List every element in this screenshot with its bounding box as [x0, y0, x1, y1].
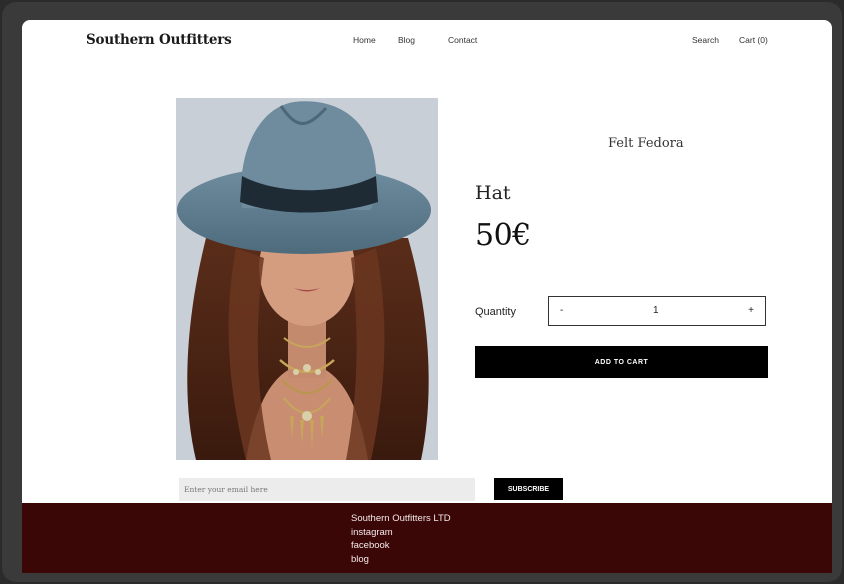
nav-blog[interactable]: Blog — [398, 35, 415, 45]
nav-contact[interactable]: Contact — [448, 35, 477, 45]
cart-link[interactable]: Cart (0) — [739, 35, 768, 45]
email-input[interactable] — [179, 478, 475, 501]
woman-in-fedora-photo — [176, 98, 438, 460]
footer-link-blog[interactable]: blog — [351, 554, 369, 565]
add-to-cart-button[interactable]: ADD TO CART — [475, 346, 768, 378]
quantity-decrease-button[interactable]: - — [560, 305, 563, 316]
product-image — [176, 98, 438, 460]
quantity-label: Quantity — [475, 306, 516, 318]
quantity-increase-button[interactable]: + — [748, 305, 754, 316]
search-link[interactable]: Search — [692, 35, 719, 45]
product-title: Hat — [475, 182, 511, 204]
product-price: 50€ — [475, 218, 531, 253]
footer-company: Southern Outfitters LTD — [351, 513, 451, 524]
nav-home[interactable]: Home — [353, 35, 376, 45]
product-subtitle: Felt Fedora — [608, 136, 684, 151]
footer-link-instagram[interactable]: instagram — [351, 527, 393, 538]
browser-frame: Southern Outfitters Home Blog Contact Se… — [2, 2, 842, 582]
subscribe-button[interactable]: SUBSCRIBE — [494, 478, 563, 500]
quantity-value[interactable]: 1 — [653, 305, 659, 316]
store-page: Southern Outfitters Home Blog Contact Se… — [22, 20, 832, 573]
footer-link-facebook[interactable]: facebook — [351, 540, 390, 551]
quantity-stepper: - 1 + — [548, 296, 766, 326]
store-logo[interactable]: Southern Outfitters — [86, 32, 232, 48]
footer: Southern Outfitters LTD instagram facebo… — [22, 503, 832, 573]
